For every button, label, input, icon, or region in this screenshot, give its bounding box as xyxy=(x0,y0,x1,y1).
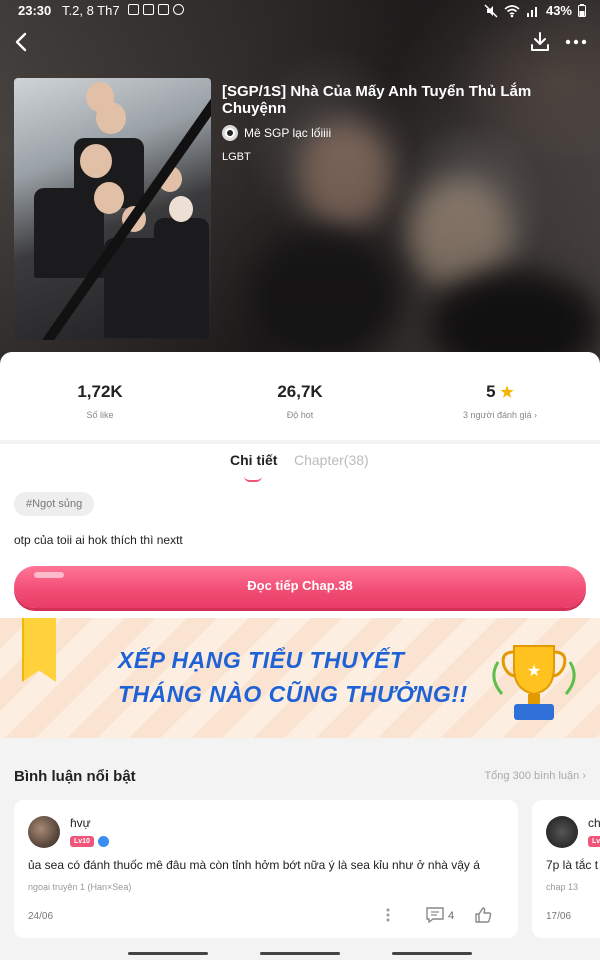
comment-text: ủa sea có đánh thuốc mê đâu mà còn tỉnh … xyxy=(28,858,480,872)
likes-count: 1,72K xyxy=(77,382,123,401)
star-icon: ★ xyxy=(500,384,514,401)
more-dots-icon xyxy=(565,39,587,45)
more-options-button[interactable] xyxy=(562,28,590,56)
status-date: T.2, 8 Th7 xyxy=(62,3,120,18)
back-button[interactable] xyxy=(8,28,36,56)
comment-card[interactable]: ɦvự Lv10 ủa sea có đánh thuốc mê đâu mà … xyxy=(14,800,518,938)
download-button[interactable] xyxy=(526,28,554,56)
nav-home[interactable] xyxy=(260,952,340,955)
cover-background: 23:30 T.2, 8 Th7 43% [SGP/1S] Nhà Của Mấ… xyxy=(0,0,600,372)
comment-chapter: chap 13 xyxy=(546,882,579,892)
comment-date: 24/06 xyxy=(28,911,54,922)
active-tab-indicator xyxy=(244,476,262,482)
svg-text:★: ★ xyxy=(527,661,541,680)
story-tag[interactable]: #Ngọt sủng xyxy=(14,492,95,516)
comments-title: Bình luận nổi bật xyxy=(14,768,136,785)
comment-date: 17/06 xyxy=(546,911,572,922)
chevron-right-icon: › xyxy=(582,770,586,782)
hot-count: 26,7K xyxy=(277,382,323,401)
banner-line-1: XẾP HẠNG TIỂU THUYẾT xyxy=(118,647,405,673)
nav-recents[interactable] xyxy=(128,952,208,955)
battery-icon xyxy=(578,4,586,17)
level-badge: Lv xyxy=(588,836,600,847)
more-vertical-icon[interactable] xyxy=(386,908,390,922)
ranking-banner[interactable]: XẾP HẠNG TIỂU THUYẾT THÁNG NÀO CŨNG THƯỞ… xyxy=(0,618,600,738)
system-nav-bar xyxy=(0,944,600,960)
status-bar: 23:30 T.2, 8 Th7 43% xyxy=(0,0,600,24)
notification-icons xyxy=(128,4,184,15)
comments-total: Tổng 300 bình luận xyxy=(484,770,580,782)
commenter-name: ɦvự xyxy=(70,816,91,830)
download-icon xyxy=(531,32,549,51)
comment-card[interactable]: ch Lv 7p là tắc t chap 13 17/06 xyxy=(532,800,600,938)
status-right: 43% xyxy=(484,3,586,18)
thumbs-up-icon[interactable] xyxy=(474,906,492,924)
verified-badge-icon xyxy=(98,836,109,847)
comments-header: Bình luận nổi bật Tổng 300 bình luận › xyxy=(0,748,600,798)
comment-bubble-icon[interactable] xyxy=(426,907,444,923)
likes-stat: 1,72K Số like xyxy=(0,382,200,420)
author-name: Mê SGP lạc lốiiii xyxy=(244,126,332,140)
rating-value: 5 xyxy=(486,382,496,401)
all-comments-link[interactable]: Tổng 300 bình luận › xyxy=(484,770,586,782)
hot-stat: 26,7K Độ hot xyxy=(200,382,400,420)
story-cover-image xyxy=(14,78,211,340)
trophy-icon: ★ xyxy=(492,645,576,720)
comment-text: 7p là tắc t xyxy=(546,858,599,872)
comment-chapter: ngoại truyện 1 (Han×Sea) xyxy=(28,882,132,892)
rating-count-label: 3 người đánh giá xyxy=(463,410,532,420)
avatar[interactable] xyxy=(546,816,578,848)
hot-label: Độ hot xyxy=(286,410,314,420)
avatar[interactable] xyxy=(28,816,60,848)
story-detail-screen: 23:30 T.2, 8 Th7 43% [SGP/1S] Nhà Của Mấ… xyxy=(0,0,600,960)
stats-card: 1,72K Số like 26,7K Độ hot 5 ★ 3 người đ… xyxy=(0,352,600,440)
tab-bar: Chi tiết Chapter(38) xyxy=(0,452,600,482)
author-avatar xyxy=(222,125,238,141)
tab-chapters[interactable]: Chapter(38) xyxy=(294,452,369,468)
story-genre[interactable]: LGBT xyxy=(222,151,251,163)
commenter-name: ch xyxy=(588,816,600,830)
wifi-icon xyxy=(504,4,520,17)
banner-line-2: THÁNG NÀO CŨNG THƯỞNG!! xyxy=(118,681,468,707)
level-badge: Lv10 xyxy=(70,836,94,847)
mute-icon xyxy=(484,3,498,18)
signal-icon xyxy=(526,6,537,17)
tab-details[interactable]: Chi tiết xyxy=(230,452,277,468)
story-description: otp của toii ai hok thích thì nextt xyxy=(14,533,183,547)
reply-count: 4 xyxy=(448,910,455,922)
author-link[interactable]: Mê SGP lạc lốiiii xyxy=(222,125,331,141)
story-title: [SGP/1S] Nhà Của Mấy Anh Tuyển Thủ Lắm C… xyxy=(222,83,532,117)
ribbon-icon xyxy=(22,618,56,682)
battery-percent: 43% xyxy=(545,3,572,18)
rating-stat[interactable]: 5 ★ 3 người đánh giá › xyxy=(400,382,600,420)
chevron-right-icon: › xyxy=(534,410,537,420)
nav-back[interactable] xyxy=(392,952,472,955)
likes-label: Số like xyxy=(86,410,114,420)
status-time: 23:30 xyxy=(18,3,52,18)
continue-reading-button[interactable]: Đọc tiếp Chap.38 xyxy=(14,566,586,608)
chevron-left-icon xyxy=(15,32,27,52)
